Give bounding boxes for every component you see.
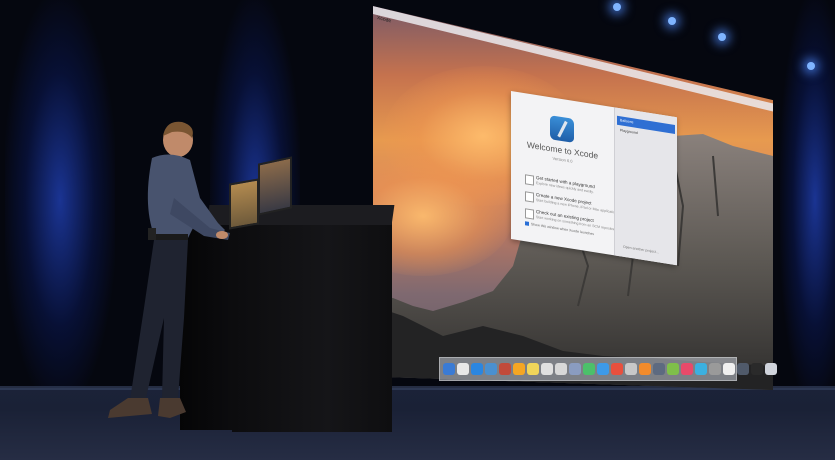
dock-app-icon[interactable] xyxy=(513,363,525,375)
dock-app-icon[interactable] xyxy=(667,363,679,375)
checkbox-icon xyxy=(525,221,529,226)
ceiling-light xyxy=(613,3,621,11)
dock-app-icon[interactable] xyxy=(695,363,707,375)
playground-icon xyxy=(525,174,534,186)
dock-app-icon[interactable] xyxy=(471,363,483,375)
dock-app-icon[interactable] xyxy=(499,363,511,375)
dock-app-icon[interactable] xyxy=(457,363,469,375)
ceiling-light xyxy=(718,33,726,41)
laptop xyxy=(229,178,259,230)
podium xyxy=(232,212,392,432)
xcode-app-icon xyxy=(550,115,574,143)
dock-app-icon[interactable] xyxy=(737,363,749,375)
dock-app-icon[interactable] xyxy=(443,363,455,375)
dock-app-icon[interactable] xyxy=(709,363,721,375)
laptop xyxy=(258,156,292,216)
dock-app-icon[interactable] xyxy=(569,363,581,375)
dock-app-icon[interactable] xyxy=(555,363,567,375)
keynote-stage: Xcode Welcome to Xcode Version 6.0 Get s… xyxy=(0,0,835,460)
dock-app-icon[interactable] xyxy=(765,363,777,375)
ceiling-light xyxy=(807,62,815,70)
dock-app-icon[interactable] xyxy=(751,363,763,375)
dock-app-icon[interactable] xyxy=(653,363,665,375)
dock-app-icon[interactable] xyxy=(639,363,651,375)
dock-app-icon[interactable] xyxy=(597,363,609,375)
dock-app-icon[interactable] xyxy=(541,363,553,375)
stage-light-left xyxy=(5,0,115,400)
checkout-icon xyxy=(525,208,534,220)
ceiling-light xyxy=(668,17,676,25)
stage-light-right xyxy=(780,0,835,400)
open-other-link[interactable]: Open another project... xyxy=(623,245,659,255)
dock-app-icon[interactable] xyxy=(681,363,693,375)
dock-app-icon[interactable] xyxy=(625,363,637,375)
dock-app-icon[interactable] xyxy=(723,363,735,375)
dock-app-icon[interactable] xyxy=(583,363,595,375)
xcode-welcome-window: Welcome to Xcode Version 6.0 Get started… xyxy=(511,91,677,266)
welcome-pane: Welcome to Xcode Version 6.0 Get started… xyxy=(511,91,618,255)
presenter xyxy=(108,121,230,418)
dock-app-icon[interactable] xyxy=(527,363,539,375)
mac-dock xyxy=(439,357,777,381)
dock-app-icon[interactable] xyxy=(485,363,497,375)
recent-projects-pane: Balloons Playground Open another project… xyxy=(614,107,677,266)
dock-app-icon[interactable] xyxy=(611,363,623,375)
new-project-icon xyxy=(525,191,534,203)
